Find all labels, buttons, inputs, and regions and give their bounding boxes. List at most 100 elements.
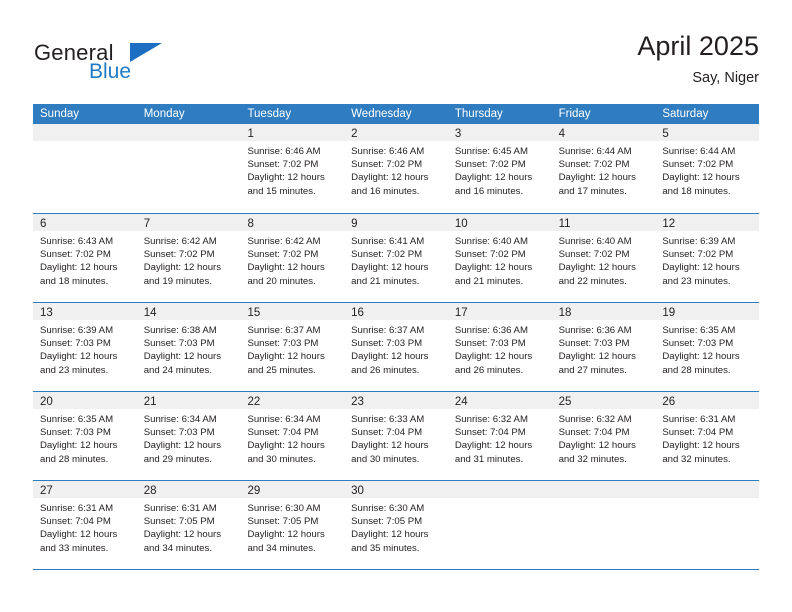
day-cell[interactable]: 21 Sunrise: 6:34 AM Sunset: 7:03 PM Dayligh… <box>136 392 241 480</box>
brand-logo[interactable]: General Blue <box>33 30 263 90</box>
sunset-text: Sunset: 7:05 PM <box>247 516 319 528</box>
day-number: 28 <box>143 485 157 497</box>
daylight-text-line1: Daylight: 12 hours <box>143 440 222 452</box>
calendar-week-row: 20 Sunrise: 6:35 AM Sunset: 7:03 PM Dayligh… <box>33 391 760 480</box>
weekday-header-thursday: Thursday <box>454 108 503 120</box>
day-cell[interactable]: 25 Sunrise: 6:32 AM Sunset: 7:04 PM Dayligh… <box>551 392 656 480</box>
day-cell[interactable]: 2 Sunrise: 6:46 AM Sunset: 7:02 PM Daylight… <box>344 124 448 213</box>
sunrise-text: Sunrise: 6:42 AM <box>143 236 217 247</box>
day-sun-info: Sunrise: 6:42 AM Sunset: 7:02 PM Daylight:… <box>240 231 344 288</box>
page-subtitle: Say, Niger <box>692 70 759 86</box>
day-cell[interactable]: 16 Sunrise: 6:37 AM Sunset: 7:03 PM Dayligh… <box>344 303 448 391</box>
day-cell[interactable]: 22 Sunrise: 6:34 AM Sunset: 7:04 PM Dayligh… <box>240 392 345 480</box>
sunset-text: Sunset: 7:03 PM <box>662 338 734 350</box>
weekday-header-tuesday: Tuesday <box>247 108 292 120</box>
day-number: 14 <box>143 307 157 319</box>
weekday-header-sunday: Sunday <box>40 108 80 120</box>
day-cell[interactable]: 13 Sunrise: 6:39 AM Sunset: 7:03 PM Dayligh… <box>33 303 137 391</box>
day-sun-info: Sunrise: 6:35 AM Sunset: 7:03 PM Daylight:… <box>655 320 759 377</box>
day-number: 5 <box>662 128 669 140</box>
day-number: 17 <box>454 307 468 319</box>
day-cell[interactable]: 12 Sunrise: 6:39 AM Sunset: 7:02 PM Dayligh… <box>655 214 760 302</box>
day-sun-info: Sunrise: 6:37 AM Sunset: 7:03 PM Daylight:… <box>344 320 448 377</box>
day-cell[interactable]: 29 Sunrise: 6:30 AM Sunset: 7:05 PM Dayligh… <box>240 481 345 569</box>
day-sun-info: Sunrise: 6:40 AM Sunset: 7:02 PM Daylight:… <box>448 231 552 288</box>
daylight-text-line1: Daylight: 12 hours <box>40 351 118 363</box>
day-cell[interactable]: 10 Sunrise: 6:40 AM Sunset: 7:02 PM Dayligh… <box>447 214 552 302</box>
day-number-band <box>655 481 760 498</box>
day-number: 4 <box>558 128 565 140</box>
day-cell[interactable]: 14 Sunrise: 6:38 AM Sunset: 7:03 PM Dayligh… <box>136 303 241 391</box>
sunset-text: Sunset: 7:03 PM <box>143 427 215 439</box>
day-cell[interactable]: 4 Sunrise: 6:44 AM Sunset: 7:02 PM Daylight… <box>551 124 656 213</box>
day-number: 2 <box>351 128 358 140</box>
daylight-text-line2: and 20 minutes. <box>247 275 316 287</box>
day-cell[interactable]: 9 Sunrise: 6:41 AM Sunset: 7:02 PM Daylight… <box>344 214 448 302</box>
day-sun-info: Sunrise: 6:46 AM Sunset: 7:02 PM Daylight:… <box>344 141 448 198</box>
day-cell[interactable]: 1 Sunrise: 6:46 AM Sunset: 7:02 PM Daylight… <box>240 124 345 213</box>
day-cell[interactable]: 8 Sunrise: 6:42 AM Sunset: 7:02 PM Daylight… <box>240 214 345 302</box>
day-number-band: 13 <box>33 303 137 320</box>
day-sun-info: Sunrise: 6:36 AM Sunset: 7:03 PM Daylight:… <box>448 320 552 377</box>
day-cell-empty <box>447 481 552 569</box>
daylight-text-line1: Daylight: 12 hours <box>558 351 636 363</box>
sunset-text: Sunset: 7:02 PM <box>662 249 734 261</box>
sunset-text: Sunset: 7:05 PM <box>351 516 423 528</box>
sunrise-text: Sunrise: 6:34 AM <box>143 414 217 425</box>
day-number-band: 16 <box>344 303 448 320</box>
day-number-band: 22 <box>240 392 345 409</box>
daylight-text-line1: Daylight: 12 hours <box>40 529 118 541</box>
day-cell[interactable]: 19 Sunrise: 6:35 AM Sunset: 7:03 PM Dayligh… <box>655 303 760 391</box>
day-sun-info: Sunrise: 6:32 AM Sunset: 7:04 PM Daylight:… <box>448 409 552 466</box>
day-number-band: 28 <box>136 481 241 498</box>
daylight-text-line2: and 30 minutes. <box>351 453 420 465</box>
day-cell[interactable]: 18 Sunrise: 6:36 AM Sunset: 7:03 PM Dayligh… <box>551 303 656 391</box>
sunset-text: Sunset: 7:04 PM <box>558 427 630 439</box>
day-cell[interactable]: 6 Sunrise: 6:43 AM Sunset: 7:02 PM Daylight… <box>33 214 137 302</box>
sunset-text: Sunset: 7:05 PM <box>143 516 215 528</box>
day-cell[interactable]: 3 Sunrise: 6:45 AM Sunset: 7:02 PM Daylight… <box>447 124 552 213</box>
day-cell[interactable]: 26 Sunrise: 6:31 AM Sunset: 7:04 PM Dayligh… <box>655 392 760 480</box>
sunset-text: Sunset: 7:02 PM <box>558 159 630 171</box>
day-cell[interactable]: 7 Sunrise: 6:42 AM Sunset: 7:02 PM Daylight… <box>136 214 241 302</box>
sunset-text: Sunset: 7:03 PM <box>247 338 319 350</box>
daylight-text-line1: Daylight: 12 hours <box>454 351 533 363</box>
day-number: 8 <box>247 218 254 230</box>
day-cell[interactable]: 24 Sunrise: 6:32 AM Sunset: 7:04 PM Dayligh… <box>447 392 552 480</box>
day-number: 26 <box>662 396 676 408</box>
daylight-text-line2: and 22 minutes. <box>558 275 627 287</box>
day-sun-info: Sunrise: 6:46 AM Sunset: 7:02 PM Daylight:… <box>240 141 344 198</box>
day-cell[interactable]: 11 Sunrise: 6:40 AM Sunset: 7:02 PM Dayligh… <box>551 214 656 302</box>
sunset-text: Sunset: 7:03 PM <box>558 338 630 350</box>
daylight-text-line1: Daylight: 12 hours <box>247 351 325 363</box>
day-number-band: 19 <box>655 303 760 320</box>
day-cell-empty <box>655 481 760 569</box>
day-cell[interactable]: 30 Sunrise: 6:30 AM Sunset: 7:05 PM Dayligh… <box>344 481 448 569</box>
daylight-text-line1: Daylight: 12 hours <box>40 262 118 274</box>
sunset-text: Sunset: 7:03 PM <box>351 338 423 350</box>
sunrise-text: Sunrise: 6:37 AM <box>247 325 321 336</box>
daylight-text-line1: Daylight: 12 hours <box>558 172 636 184</box>
daylight-text-line1: Daylight: 12 hours <box>247 440 325 452</box>
day-cell[interactable]: 27 Sunrise: 6:31 AM Sunset: 7:04 PM Dayligh… <box>33 481 137 569</box>
day-number-band: 25 <box>551 392 656 409</box>
day-number: 22 <box>247 396 261 408</box>
weekday-header-row: Sunday Monday Tuesday Wednesday Thursday Frid… <box>33 104 759 124</box>
daylight-text-line2: and 26 minutes. <box>351 364 420 376</box>
sunset-text: Sunset: 7:03 PM <box>454 338 526 350</box>
daylight-text-line1: Daylight: 12 hours <box>143 351 222 363</box>
day-cell[interactable]: 28 Sunrise: 6:31 AM Sunset: 7:05 PM Dayligh… <box>136 481 241 569</box>
day-cell[interactable]: 17 Sunrise: 6:36 AM Sunset: 7:03 PM Dayligh… <box>447 303 552 391</box>
day-number-band: 9 <box>344 214 448 231</box>
day-cell[interactable]: 15 Sunrise: 6:37 AM Sunset: 7:03 PM Dayligh… <box>240 303 345 391</box>
day-cell-empty <box>136 124 241 213</box>
day-cell[interactable]: 5 Sunrise: 6:44 AM Sunset: 7:02 PM Daylight… <box>655 124 760 213</box>
sunrise-text: Sunrise: 6:40 AM <box>558 236 632 247</box>
daylight-text-line2: and 27 minutes. <box>558 364 627 376</box>
day-cell[interactable]: 23 Sunrise: 6:33 AM Sunset: 7:04 PM Dayligh… <box>344 392 448 480</box>
calendar-week-row: 6 Sunrise: 6:43 AM Sunset: 7:02 PM Daylight… <box>33 213 760 302</box>
day-number-band: 11 <box>551 214 656 231</box>
weekday-header-friday: Friday <box>558 108 591 120</box>
day-sun-info: Sunrise: 6:33 AM Sunset: 7:04 PM Daylight:… <box>344 409 448 466</box>
day-cell[interactable]: 20 Sunrise: 6:35 AM Sunset: 7:03 PM Dayligh… <box>33 392 137 480</box>
